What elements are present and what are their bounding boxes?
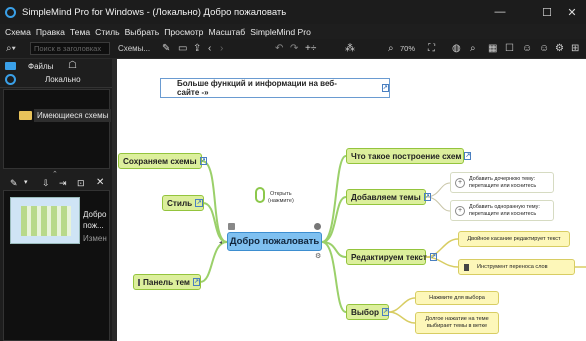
topic-select[interactable]: Выбор ↗: [346, 304, 389, 320]
link-icon[interactable]: ↗: [381, 84, 389, 92]
banner-text: Больше функций и информации на веб-сайте…: [177, 79, 337, 97]
connector-save: [201, 160, 228, 243]
topic-label: Стиль: [167, 198, 193, 208]
topic-label: Сохраняем схемы: [123, 156, 197, 166]
topic-label: Редактируем текст: [351, 252, 427, 262]
link-icon[interactable]: ↗: [192, 278, 200, 286]
topic-label: Панель тем: [143, 277, 190, 287]
topic-label: Что такое построение схем: [351, 151, 462, 161]
note-double-tap[interactable]: Двойное касание редактирует текст: [458, 231, 570, 247]
connectors: [199, 155, 586, 324]
topic-add-topics[interactable]: Добавляем темы ↗: [346, 189, 431, 205]
link-icon[interactable]: ↗: [381, 308, 389, 316]
central-topic[interactable]: Добро пожаловать: [227, 232, 322, 251]
note-label: Инструмент переноса слов: [477, 263, 548, 270]
open-hint-icon[interactable]: [255, 187, 265, 203]
open-hint-sub: (нажмите): [268, 198, 294, 204]
note-long-press[interactable]: Долгое нажатие на теме выбирает темы в в…: [415, 312, 499, 334]
note-marker-icon[interactable]: [228, 223, 235, 230]
sub-label: Добавить одноранную тему: перетащите или…: [469, 203, 540, 217]
topic-label: Выбор: [351, 307, 379, 317]
connector-panel: [199, 241, 228, 283]
plus-icon: +: [455, 205, 465, 216]
link-icon[interactable]: ↗: [464, 152, 472, 160]
wrap-icon: [464, 264, 469, 271]
panel-icon: [138, 278, 140, 286]
note-word-tool[interactable]: Инструмент переноса слов: [458, 259, 575, 275]
website-banner[interactable]: Больше функций и информации на веб-сайте…: [160, 78, 390, 98]
relation-marker-icon[interactable]: [314, 223, 321, 230]
link-icon[interactable]: ↗: [199, 157, 207, 165]
sub-add-sibling[interactable]: + Добавить одноранную тему: перетащите и…: [450, 200, 554, 221]
sub-label: Добавить дочернюю тему: перетащите или к…: [469, 175, 537, 189]
plus-icon: +: [455, 177, 465, 188]
link-icon[interactable]: ↗: [195, 199, 203, 207]
topic-style[interactable]: Стиль ↗: [162, 195, 204, 211]
settings-small-icon[interactable]: ⚙: [315, 252, 321, 260]
topic-save-maps[interactable]: Сохраняем схемы ↗: [118, 153, 207, 169]
topic-edit-text[interactable]: Редактируем текст ↗: [346, 249, 437, 265]
open-hint-label: Открыть: [270, 191, 292, 197]
link-icon[interactable]: ↗: [423, 193, 431, 201]
topic-panel[interactable]: Панель тем ↗: [133, 274, 201, 290]
sub-add-child[interactable]: + Добавить дочернюю тему: перетащите или…: [450, 172, 554, 193]
connector-select: [321, 241, 347, 313]
note-tap-select[interactable]: Нажмите для выбора: [415, 291, 499, 305]
add-left-icon[interactable]: ◂: [219, 239, 222, 246]
link-icon[interactable]: ↗: [429, 253, 437, 261]
topic-what-is-mapping[interactable]: Что такое построение схем ↗: [346, 148, 472, 164]
topic-label: Добавляем темы: [351, 192, 421, 202]
